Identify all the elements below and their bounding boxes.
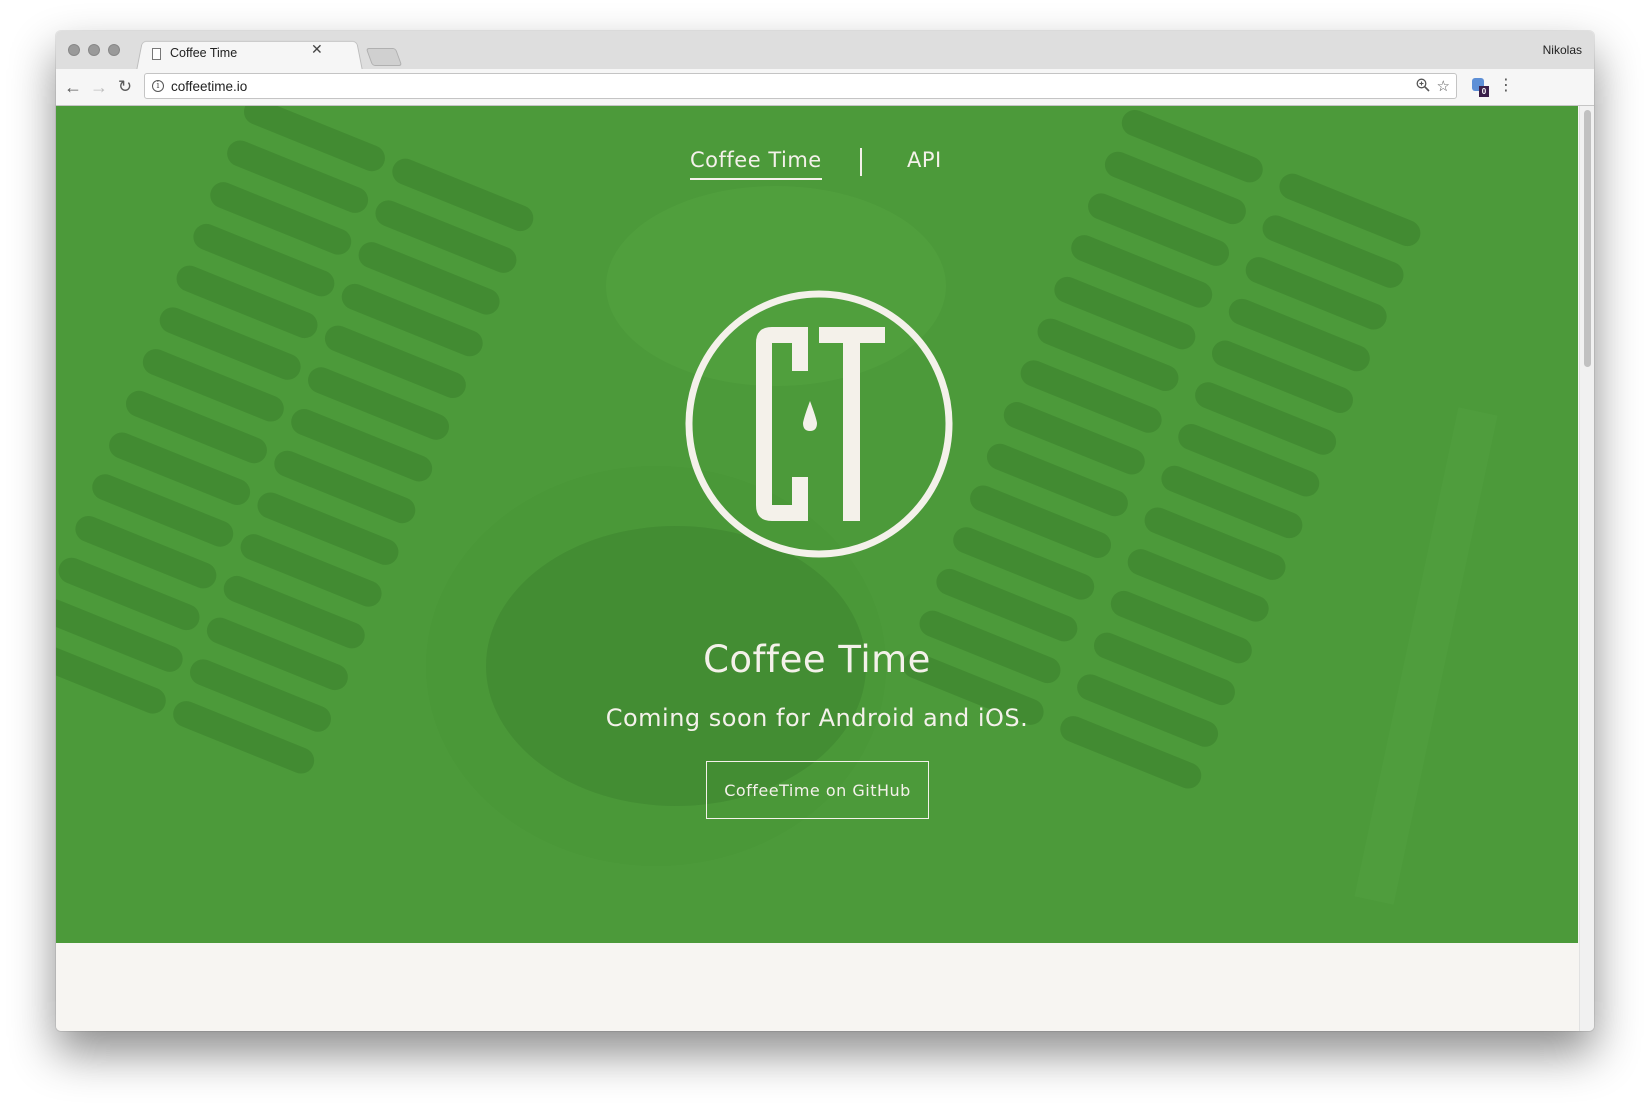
site-nav: Coffee Time API [56,148,1578,188]
close-window-button[interactable] [68,44,80,56]
browser-toolbar: ← → ↻ i coffeetime.io ☆ 0 ⋮ [56,69,1594,106]
nav-item-coffee-time[interactable]: Coffee Time [690,148,822,180]
tab-title: Coffee Time [170,46,238,60]
lower-section [56,943,1578,1031]
nav-item-api[interactable]: API [907,148,942,178]
coffee-time-logo [685,290,953,558]
tab-strip: Coffee Time ✕ Nikolas [56,31,1594,71]
star-icon[interactable]: ☆ [1437,77,1450,95]
zoom-icon[interactable] [1416,78,1430,95]
profile-name[interactable]: Nikolas [1543,43,1582,57]
minimize-window-button[interactable] [88,44,100,56]
new-tab-button[interactable] [365,48,403,66]
tab-coffee-time[interactable]: Coffee Time [146,41,361,69]
tab-close-icon[interactable]: ✕ [311,42,323,56]
page-viewport: Coffee Time API Coffee Time Coming soon … [56,106,1578,1031]
extension-icon[interactable]: 0 [1471,77,1489,97]
browser-window: Coffee Time ✕ Nikolas ← → ↻ i coffeetime… [56,31,1594,1031]
github-button[interactable]: CoffeeTime on GitHub [706,761,929,819]
maximize-window-button[interactable] [108,44,120,56]
menu-dots-icon[interactable]: ⋮ [1498,76,1514,96]
scrollbar[interactable] [1579,106,1594,1031]
url-text[interactable]: coffeetime.io [171,79,247,94]
forward-arrow-icon[interactable]: → [88,76,110,98]
address-bar[interactable]: i coffeetime.io ☆ [144,73,1457,99]
nav-divider [860,148,862,176]
info-icon[interactable]: i [152,80,164,92]
reload-icon[interactable]: ↻ [114,76,136,98]
hero-section: Coffee Time API Coffee Time Coming soon … [56,106,1578,943]
hero-subtitle: Coming soon for Android and iOS. [605,704,1029,732]
back-arrow-icon[interactable]: ← [62,76,84,98]
page-icon [152,48,161,60]
extension-badge: 0 [1479,86,1489,97]
hero-title: Coffee Time [703,638,931,681]
scrollbar-thumb[interactable] [1584,110,1591,367]
